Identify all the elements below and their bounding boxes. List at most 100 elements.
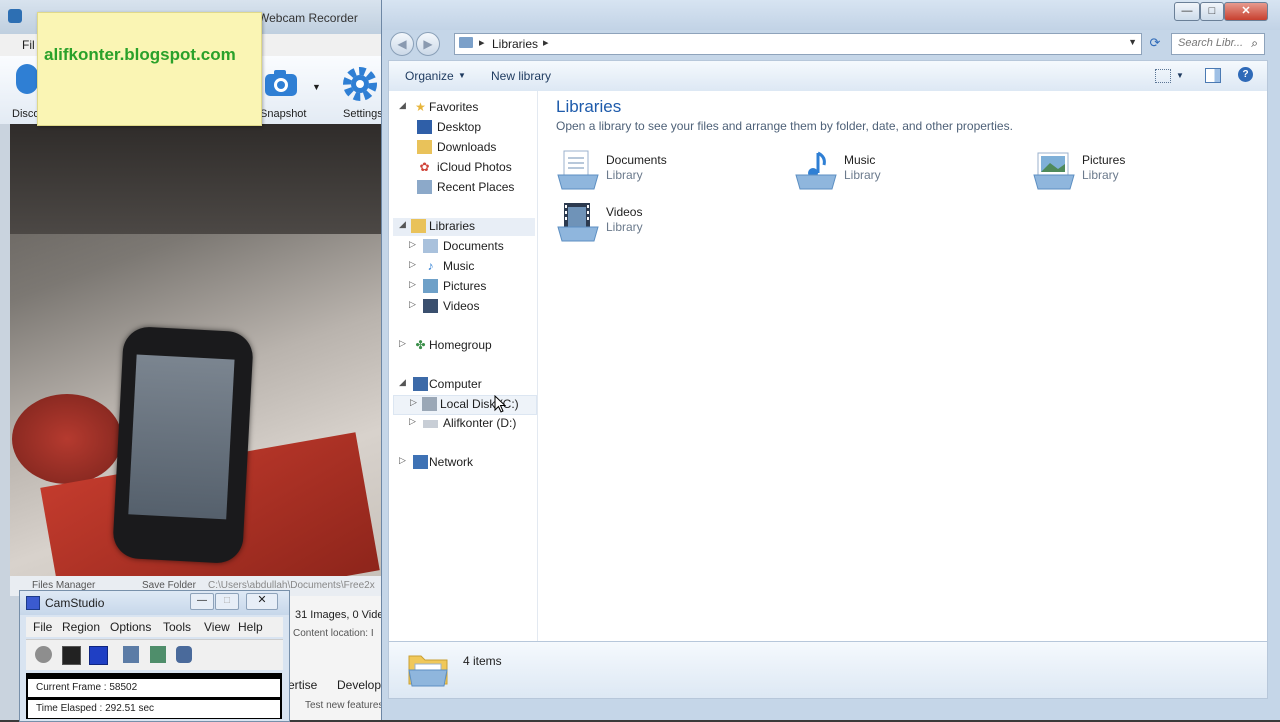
- explorer-titlebar: — □ ✕: [382, 0, 1280, 30]
- collapse-icon[interactable]: ◢: [399, 100, 406, 111]
- advertise-tab[interactable]: ertise: [288, 678, 317, 692]
- record-icon[interactable]: [35, 646, 52, 663]
- library-music[interactable]: Music Library: [794, 147, 1024, 195]
- maximize-button[interactable]: □: [215, 593, 239, 610]
- tree-label: Documents: [443, 239, 504, 253]
- navigation-pane: ◢ ★ Favorites Desktop Downloads ✿ iCloud…: [389, 91, 538, 641]
- libraries-folder-icon: [459, 37, 473, 48]
- expand-icon[interactable]: ▷: [410, 397, 417, 408]
- menu-file[interactable]: Fil: [22, 38, 35, 52]
- tree-computer[interactable]: ◢ Computer: [399, 376, 535, 394]
- settings-label: Settings: [343, 108, 383, 120]
- swf-icon[interactable]: [176, 646, 192, 663]
- webcam-title-text: Webcam Recorder: [258, 11, 358, 25]
- music-library-icon: [794, 149, 838, 191]
- video-background: [10, 124, 382, 234]
- library-videos[interactable]: Videos Library: [556, 199, 786, 247]
- camstudio-titlebar: CamStudio — □ ✕: [20, 591, 289, 615]
- expand-icon[interactable]: ▷: [399, 455, 406, 466]
- organize-button[interactable]: Organize: [405, 69, 454, 83]
- homegroup-icon: ✤: [415, 338, 426, 352]
- expand-icon[interactable]: ▷: [409, 279, 416, 290]
- expand-icon[interactable]: ▷: [409, 239, 416, 250]
- cam-menu-region[interactable]: Region: [62, 620, 100, 634]
- pictures-icon: [423, 279, 438, 293]
- tree-local-disk[interactable]: ▷ Local Disk (C:): [393, 395, 537, 415]
- tree-homegroup[interactable]: ▷ ✤ Homegroup: [399, 337, 535, 355]
- expand-icon[interactable]: ▷: [409, 416, 416, 427]
- cam-menu-view[interactable]: View: [204, 620, 230, 634]
- tree-label: Favorites: [429, 100, 479, 114]
- library-documents[interactable]: Documents Library: [556, 147, 786, 195]
- back-button[interactable]: ◀: [390, 32, 414, 56]
- library-name: Pictures: [1082, 153, 1126, 167]
- explorer-maximize-button[interactable]: □: [1200, 2, 1224, 21]
- view-dropdown-icon[interactable]: ▼: [1176, 71, 1184, 80]
- tree-label: Recent Places: [437, 180, 515, 194]
- expand-icon[interactable]: ▷: [409, 299, 416, 310]
- search-input[interactable]: Search Libr... ⌕: [1171, 33, 1265, 55]
- tree-downloads[interactable]: Downloads: [409, 139, 535, 157]
- breadcrumb-chevron-icon[interactable]: ▸: [543, 36, 549, 49]
- help-icon[interactable]: ?: [1238, 67, 1253, 82]
- refresh-icon[interactable]: ⟳: [1145, 33, 1165, 53]
- tree-favorites[interactable]: ◢ ★ Favorites: [399, 99, 535, 117]
- expand-icon[interactable]: ▷: [399, 338, 406, 349]
- tree-icloud-photos[interactable]: ✿ iCloud Photos: [409, 159, 535, 177]
- search-placeholder: Search Libr...: [1178, 37, 1244, 49]
- pause-icon[interactable]: [62, 646, 81, 665]
- tree-label: Network: [429, 455, 474, 469]
- cam-menu-file[interactable]: File: [33, 620, 52, 634]
- tree-alifkonter-drive[interactable]: ▷ Alifkonter (D:): [409, 415, 535, 433]
- discover-label: Disco: [12, 108, 40, 120]
- documents-icon: [423, 239, 438, 253]
- collapse-icon[interactable]: ◢: [399, 219, 406, 230]
- tree-lib-music[interactable]: ▷ ♪ Music: [409, 258, 535, 276]
- tree-lib-videos[interactable]: ▷ Videos: [409, 298, 535, 316]
- minimize-button[interactable]: —: [190, 593, 214, 610]
- tree-lib-pictures[interactable]: ▷ Pictures: [409, 278, 535, 296]
- close-button[interactable]: ✕: [246, 593, 278, 610]
- tree-label: Alifkonter (D:): [443, 416, 517, 430]
- tree-recent-places[interactable]: Recent Places: [409, 179, 535, 197]
- tree-libraries[interactable]: ◢ Libraries: [393, 218, 535, 236]
- explorer-close-button[interactable]: ✕: [1224, 2, 1268, 21]
- explorer-minimize-button[interactable]: —: [1174, 2, 1200, 21]
- preview-pane-icon[interactable]: [1205, 68, 1221, 83]
- region-icon[interactable]: [123, 646, 139, 663]
- explorer-body: ◢ ★ Favorites Desktop Downloads ✿ iCloud…: [388, 91, 1268, 642]
- search-icon[interactable]: ⌕: [1251, 36, 1258, 51]
- cam-menu-tools[interactable]: Tools: [163, 620, 191, 634]
- camstudio-window: CamStudio — □ ✕ File Region Options Tool…: [19, 590, 290, 722]
- snapshot-dropdown-icon[interactable]: ▼: [312, 82, 321, 92]
- settings-icon[interactable]: [340, 64, 380, 104]
- tree-lib-documents[interactable]: ▷ Documents: [409, 238, 535, 256]
- breadcrumb-chevron-icon[interactable]: ▸: [479, 36, 485, 49]
- develop-tab[interactable]: Develop: [337, 678, 381, 692]
- breadcrumb-libraries[interactable]: Libraries: [492, 37, 538, 51]
- local-disk-icon: [422, 397, 437, 411]
- cam-menu-options[interactable]: Options: [110, 620, 151, 634]
- time-elapsed-text: Time Elasped : 292.51 sec: [36, 703, 155, 714]
- new-library-button[interactable]: New library: [491, 69, 551, 83]
- collapse-icon[interactable]: ◢: [399, 377, 406, 388]
- annotation-icon[interactable]: [150, 646, 166, 663]
- tree-desktop[interactable]: Desktop: [409, 119, 535, 137]
- tree-label: Local Disk (C:): [440, 397, 519, 411]
- command-bar: Organize ▼ New library ▼ ?: [388, 60, 1268, 92]
- organize-dropdown-icon[interactable]: ▼: [458, 71, 466, 80]
- videos-icon: [423, 299, 438, 313]
- forward-button[interactable]: ▶: [416, 32, 440, 56]
- stop-icon[interactable]: [89, 646, 108, 665]
- address-dropdown-icon[interactable]: ▼: [1128, 37, 1137, 47]
- cam-menu-help[interactable]: Help: [238, 620, 263, 634]
- address-bar[interactable]: ▸ Libraries ▸ ▼: [454, 33, 1142, 55]
- video-phone: [112, 325, 254, 565]
- view-options-icon[interactable]: [1155, 69, 1171, 83]
- recent-places-icon: [417, 180, 432, 194]
- discover-icon[interactable]: [16, 64, 38, 94]
- expand-icon[interactable]: ▷: [409, 259, 416, 270]
- library-pictures[interactable]: Pictures Library: [1032, 147, 1262, 195]
- snapshot-icon[interactable]: [263, 68, 299, 98]
- tree-network[interactable]: ▷ Network: [399, 454, 535, 472]
